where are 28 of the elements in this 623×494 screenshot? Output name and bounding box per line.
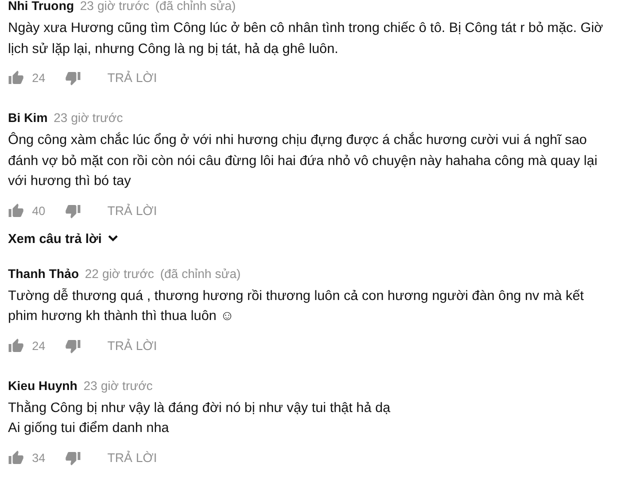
comment-text: Ngày xưa Hương cũng tìm Công lúc ở bên cô nhân tình trong chiếc ô tô. Bị Công tát r bỏ mặc. Giờ lịch sử lặp lại, nhưng Công là ng bị tát, hả dạ ghê luôn. — [8, 19, 604, 58]
thumbs-up-icon[interactable] — [8, 70, 24, 86]
comment-text: Tường dễ thương quá , thương hương rồi thương luôn cả con hương người đàn ông nv mà kết phim hương kh thành thì thua luôn ☺ — [8, 286, 585, 325]
edited-note: (đã chỉnh sửa) — [155, 0, 236, 13]
edited-note: (đã chỉnh sửa) — [160, 266, 241, 280]
comment-text: Thằng Công bị như vậy là đáng đời nó bị như vậy tui thật hả dạ Ai giống tui điểm danh nha — [8, 398, 392, 437]
thumbs-down-icon[interactable] — [65, 450, 82, 466]
thumbs-up-icon[interactable] — [8, 450, 24, 466]
comment-author[interactable]: Thanh Thảo — [8, 266, 79, 280]
comment-author[interactable]: Nhi Truong — [8, 0, 74, 13]
comment-time: 22 giờ trước — [84, 266, 154, 280]
like-count: 24 — [32, 71, 46, 85]
comment-time: 23 giờ trước — [83, 378, 153, 392]
like-count: 40 — [32, 204, 46, 218]
thumbs-up-icon[interactable] — [8, 338, 24, 354]
chevron-down-icon — [108, 234, 118, 242]
comment-time: 23 giờ trước — [80, 0, 150, 13]
like-count: 34 — [32, 450, 46, 464]
comment-text: Ông công xàm chắc lúc ổng ở với nhi hương chịu đựng được á chắc hương cười vui á nghĩ sao đánh vợ bỏ mặt con rồi còn nói câu đừng lôi hai đứa nhỏ vô chuyện này hahaha công mà quay lại với hương thì bó tay — [8, 131, 598, 190]
comment-author[interactable]: Bi Kim — [8, 111, 48, 125]
like-count: 24 — [32, 338, 46, 352]
thumbs-down-icon[interactable] — [65, 70, 82, 86]
comment-author[interactable]: Kieu Huynh — [8, 378, 78, 392]
thumbs-up-icon[interactable] — [8, 202, 24, 218]
thumbs-down-icon[interactable] — [65, 338, 82, 354]
comment-time: 23 giờ trước — [54, 111, 123, 125]
thumbs-down-icon[interactable] — [65, 202, 82, 218]
view-replies-button[interactable]: Xem câu trả lời — [8, 230, 118, 246]
